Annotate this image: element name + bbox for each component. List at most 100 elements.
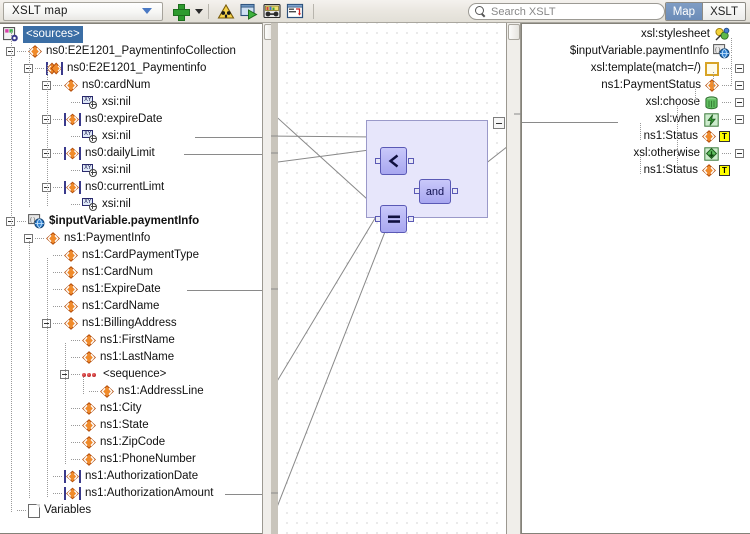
collapse-icon[interactable]: [735, 115, 744, 124]
tree-item[interactable]: ns0:expireDate: [42, 111, 162, 128]
target-tree-panel[interactable]: xsl:stylesheet $inputVariable.paymentInfo…: [521, 23, 750, 534]
target-tree-item[interactable]: xsl:template(match=/): [591, 60, 744, 77]
target-tree-item[interactable]: $inputVariable.paymentInfo { }: [570, 43, 744, 60]
target-tree-item-label: $inputVariable.paymentInfo: [569, 45, 709, 57]
tree-item[interactable]: ns1:AuthorizationDate: [42, 468, 198, 485]
tree-item-label: ns1:AddressLine: [118, 385, 204, 397]
tree-item[interactable]: ns1:PhoneNumber: [60, 451, 196, 468]
tree-item-sources[interactable]: <sources>: [3, 26, 83, 43]
and-function-node[interactable]: and: [419, 179, 451, 204]
equals-output-port[interactable]: [408, 216, 414, 222]
element-icon: [82, 436, 96, 449]
test-button[interactable]: [261, 1, 283, 21]
element-icon: [64, 249, 78, 262]
when-icon: [704, 112, 719, 127]
report-button[interactable]: [284, 1, 306, 21]
tree-connector: [53, 289, 62, 290]
tree-item-label: xsi:nil: [102, 130, 131, 142]
tree-item[interactable]: ns1:CardNum: [42, 264, 153, 281]
text-node-badge: T: [719, 131, 730, 142]
tree-item[interactable]: ns1:ExpireDate: [42, 281, 161, 298]
tree-item[interactable]: ns1:State: [60, 417, 149, 434]
target-tree-item-label: xsl:template(match=/): [590, 62, 701, 74]
tree-guide-line: [731, 38, 732, 53]
tree-item[interactable]: XY xsi:nil: [60, 94, 131, 111]
source-tree-panel[interactable]: <sources> ns0:E2E1201_PaymentinfoCollecti…: [0, 23, 271, 534]
xsinil-icon: XY: [82, 197, 98, 212]
equals-input-port[interactable]: [375, 216, 381, 222]
tree-item[interactable]: { } $inputVariable.paymentInfo: [6, 213, 199, 230]
target-tree-item-label: ns1:Status: [643, 164, 698, 176]
target-tree-scrollbar[interactable]: [506, 23, 521, 534]
collapse-icon[interactable]: [735, 98, 744, 107]
tree-item[interactable]: ns1:AuthorizationAmount: [42, 485, 214, 502]
tree-item[interactable]: <sequence>: [60, 366, 166, 383]
target-tree-item[interactable]: xsl:stylesheet: [641, 26, 744, 43]
nillable-marker: [89, 202, 97, 211]
tree-item-label: ns0:dailyLimit: [85, 147, 155, 159]
target-tree-item[interactable]: xsl:otherwise: [634, 145, 744, 162]
mapping-canvas[interactable]: and: [278, 23, 514, 534]
tree-item[interactable]: ns1:CardName: [42, 298, 159, 315]
search-box[interactable]: Search XSLT: [468, 3, 665, 20]
tree-item[interactable]: Variables: [6, 502, 91, 519]
tree-connector: [71, 408, 80, 409]
tree-item[interactable]: ns1:CardPaymentType: [42, 247, 199, 264]
less-than-input-port[interactable]: [375, 158, 381, 164]
panel-divider-left[interactable]: [271, 23, 278, 534]
tree-item-label: xsi:nil: [102, 96, 131, 108]
validate-button[interactable]: [215, 1, 237, 21]
tree-item[interactable]: ns1:LastName: [60, 349, 174, 366]
tree-guide-line: [713, 72, 714, 87]
equals-function-node[interactable]: [380, 205, 407, 233]
collapse-icon[interactable]: [735, 81, 744, 90]
tree-item[interactable]: ns1:ZipCode: [60, 434, 165, 451]
less-than-function-node[interactable]: [380, 147, 407, 175]
target-tree-item[interactable]: ns1:Status T: [644, 128, 744, 145]
tree-item[interactable]: ns0:currentLimt: [42, 179, 164, 196]
collapse-icon[interactable]: [735, 64, 744, 73]
otherwise-icon: [704, 146, 719, 161]
tree-item[interactable]: ns0:E2E1201_Paymentinfo: [24, 60, 206, 77]
target-tree-item[interactable]: ns1:Status T: [644, 162, 744, 179]
add-button[interactable]: [169, 1, 191, 21]
tree-item[interactable]: ns1:PaymentInfo: [24, 230, 150, 247]
tree-guide-line: [65, 343, 66, 464]
less-than-icon: [388, 154, 398, 168]
tree-item[interactable]: XY xsi:nil: [60, 162, 131, 179]
tree-item[interactable]: ns0:E2E1201_PaymentinfoCollection: [6, 43, 236, 60]
mapping-link: [195, 137, 270, 138]
tree-item-label: ns1:BillingAddress: [82, 317, 177, 329]
tab-xslt[interactable]: XSLT: [702, 3, 745, 20]
tree-guide-line: [29, 241, 30, 498]
tree-item-label: Variables: [44, 504, 92, 516]
tree-item[interactable]: ns1:AddressLine: [78, 383, 204, 400]
tree-item[interactable]: ns0:cardNum: [42, 77, 150, 94]
and-output-port[interactable]: [452, 188, 458, 194]
toolbar: XSLT map Search XSLT Map XSLT: [0, 0, 750, 23]
and-input-port[interactable]: [414, 188, 420, 194]
tree-item[interactable]: ns1:FirstName: [60, 332, 175, 349]
target-tree-item[interactable]: xsl:when: [655, 111, 744, 128]
less-than-output-port[interactable]: [408, 158, 414, 164]
collapse-group-button[interactable]: [493, 117, 505, 129]
run-button[interactable]: [238, 1, 260, 21]
run-icon: [240, 3, 258, 20]
tree-connector: [53, 272, 62, 273]
scrollbar-thumb[interactable]: [508, 24, 520, 40]
tree-item[interactable]: XY xsi:nil: [60, 196, 131, 213]
map-type-combobox[interactable]: XSLT map: [3, 1, 163, 21]
tree-item-label: ns1:CardPaymentType: [82, 249, 199, 261]
tree-item[interactable]: XY xsi:nil: [60, 128, 131, 145]
tree-item[interactable]: ns0:dailyLimit: [42, 145, 155, 162]
equals-icon: [387, 215, 400, 223]
tree-connector: [53, 323, 62, 324]
tree-item[interactable]: ns1:BillingAddress: [42, 315, 177, 332]
sequence-icon: [82, 370, 99, 380]
collapse-icon[interactable]: [735, 149, 744, 158]
target-tree-item-label: xsl:stylesheet: [640, 28, 710, 40]
add-dropdown-button[interactable]: [192, 1, 203, 21]
target-tree-item[interactable]: ns1:PaymentStatus: [601, 77, 744, 94]
tree-item[interactable]: ns1:City: [60, 400, 142, 417]
tab-map[interactable]: Map: [665, 3, 703, 20]
